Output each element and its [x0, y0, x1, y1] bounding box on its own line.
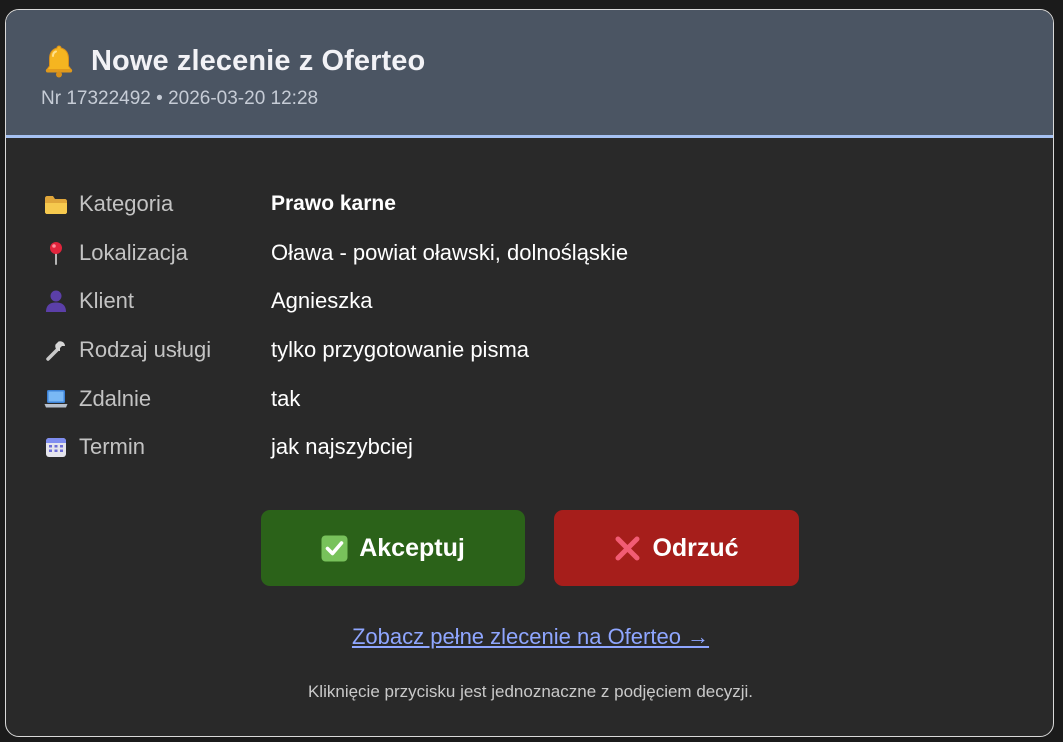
details-list: Kategoria Prawo karne Lokalizacja Oława … — [44, 180, 628, 472]
detail-value: tak — [271, 385, 301, 411]
accept-button-label: Akceptuj — [359, 533, 465, 562]
detail-value: Prawo karne — [271, 192, 396, 216]
card-header: Nowe zlecenie z Oferteo Nr 17322492 • 20… — [6, 10, 1053, 138]
detail-row-deadline: Termin jak najszybciej — [44, 423, 628, 472]
detail-value: tylko przygotowanie pisma — [271, 337, 530, 363]
view-full-order-link[interactable]: Zobacz pełne zlecenie na Oferteo → — [6, 624, 1053, 650]
folder-icon — [44, 192, 68, 216]
detail-value: Oława - powiat oławski, dolnośląskie — [271, 239, 629, 265]
detail-label: Termin — [79, 434, 146, 460]
detail-row-client: Klient Agnieszka — [44, 277, 628, 326]
pin-icon — [44, 241, 68, 265]
notification-card: Nowe zlecenie z Oferteo Nr 17322492 • 20… — [5, 9, 1054, 737]
page-title: Nowe zlecenie z Oferteo — [91, 44, 426, 77]
wrench-icon — [44, 338, 68, 362]
detail-label: Lokalizacja — [79, 239, 188, 265]
detail-label: Kategoria — [79, 191, 174, 217]
bell-icon — [45, 45, 73, 78]
accept-button[interactable]: Akceptuj — [261, 510, 525, 586]
detail-row-remote: Zdalnie tak — [44, 374, 628, 423]
detail-label: Zdalnie — [79, 385, 152, 411]
detail-value: jak najszybciej — [271, 434, 413, 460]
detail-row-category: Kategoria Prawo karne — [44, 180, 628, 229]
cross-mark-icon — [615, 536, 640, 560]
action-buttons: Akceptuj Odrzuć — [261, 510, 799, 586]
laptop-icon — [44, 387, 68, 411]
calendar-icon — [44, 435, 68, 459]
person-icon — [44, 289, 68, 313]
check-mark-icon — [321, 535, 348, 561]
reject-button-label: Odrzuć — [652, 533, 739, 562]
detail-label: Klient — [79, 288, 135, 314]
detail-row-service: Rodzaj usługi tylko przygotowanie pisma — [44, 326, 628, 375]
reject-button[interactable]: Odrzuć — [554, 510, 799, 586]
detail-value: Agnieszka — [271, 288, 373, 314]
detail-row-location: Lokalizacja Oława - powiat oławski, doln… — [44, 229, 628, 278]
decision-note: Kliknięcie przycisku jest jednoznaczne z… — [307, 682, 754, 701]
title-row: Nowe zlecenie z Oferteo — [44, 44, 425, 78]
detail-label: Rodzaj usługi — [79, 337, 212, 363]
order-meta: Nr 17322492 • 2026-03-20 12:28 — [41, 88, 319, 109]
